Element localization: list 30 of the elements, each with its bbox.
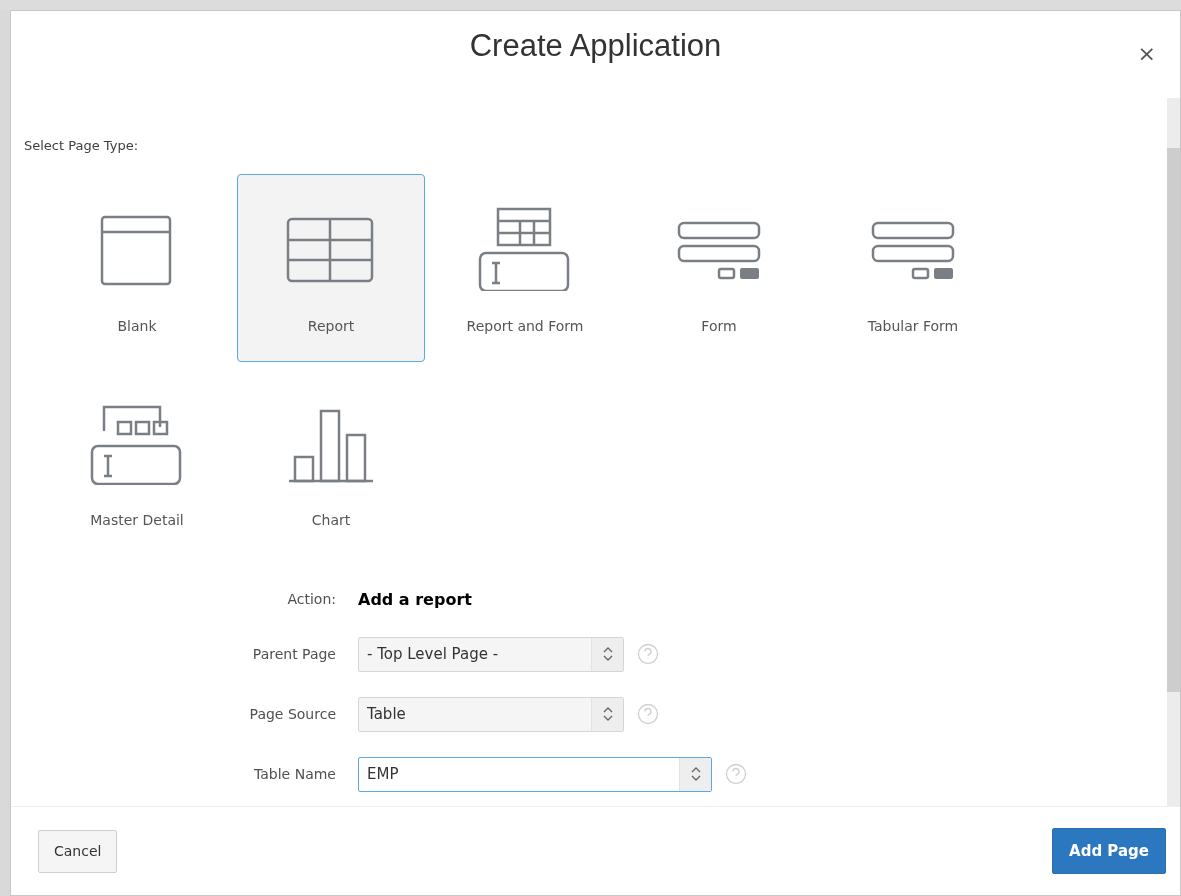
scrollbar-thumb[interactable] [1167, 148, 1180, 692]
spinner-icon [601, 705, 614, 723]
select-field[interactable]: - Top Level Page - [358, 636, 624, 672]
action-value: Add a report [358, 588, 472, 611]
cancel-button[interactable]: Cancel [38, 829, 118, 873]
field-label: Parent Page [251, 644, 337, 664]
help-icon[interactable] [637, 643, 659, 665]
scrollbar[interactable] [1167, 98, 1180, 806]
tile-label: Report and Form [466, 316, 584, 336]
field-label: Table Name [253, 764, 337, 784]
tile-label: Report [307, 316, 355, 336]
combo-field[interactable]: EMP [358, 756, 712, 792]
spinner-icon [601, 645, 614, 663]
table-and-field-icon [478, 206, 572, 291]
section-label: Select Page Type: [24, 137, 140, 155]
field-label: Page Source [248, 704, 337, 724]
help-icon[interactable] [725, 763, 747, 785]
tile-label: Blank [117, 316, 157, 336]
page-type-tile[interactable]: Report [237, 173, 425, 362]
spinner-icon [689, 765, 702, 783]
select-field[interactable]: Table [358, 696, 624, 732]
field-label: Action: [286, 590, 337, 609]
tile-label: Tabular Form [867, 316, 959, 336]
dialog-title: Create Application [469, 27, 722, 66]
tile-label: Chart [311, 510, 351, 530]
add-page-button[interactable]: Add Page [1052, 827, 1166, 875]
tile-label: Master Detail [90, 510, 184, 530]
tile-label: Form [701, 316, 737, 336]
help-icon[interactable] [637, 703, 659, 725]
close-button[interactable]: × [1133, 41, 1160, 67]
